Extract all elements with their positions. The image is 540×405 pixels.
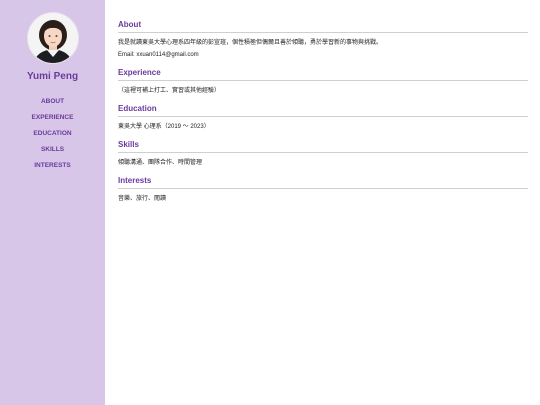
nav-item-experience[interactable]: EXPERIENCE (0, 113, 105, 129)
profile-name: Yumi Peng (26, 71, 79, 82)
skills-text: 傾聽溝通、團隊合作、時間管理 (118, 160, 203, 166)
section-title-experience: Experience (118, 68, 528, 81)
about-email: Email: xxuan0114@gmail.com (118, 52, 199, 58)
section-interests: Interests 音樂、旅行、閱讀 (118, 176, 528, 203)
nav-item-education[interactable]: EDUCATION (0, 129, 105, 145)
section-education: Education 東吳大學 心理系（2019 ～ 2023） (118, 104, 528, 131)
interests-text: 音樂、旅行、閱讀 (118, 196, 167, 202)
nav-item-skills[interactable]: SKILLS (0, 145, 105, 161)
section-title-education: Education (118, 104, 528, 117)
experience-text: （這裡可補上打工、實習或其他經驗） (118, 88, 221, 94)
nav-item-interests[interactable]: INTERESTS (0, 161, 105, 177)
avatar (27, 12, 79, 64)
education-text: 東吳大學 心理系（2019 ～ 2023） (118, 124, 210, 130)
main-content: About 我是就讀東吳大學心理系四年級的彭宣瑄，個性積極但偶爾且善於傾聽，勇於… (118, 20, 528, 212)
section-experience: Experience （這裡可補上打工、實習或其他經驗） (118, 68, 528, 95)
section-skills: Skills 傾聽溝通、團隊合作、時間管理 (118, 140, 528, 167)
profile-photo (28, 13, 78, 63)
nav-item-about[interactable]: ABOUT (0, 97, 105, 113)
section-title-interests: Interests (118, 176, 528, 189)
sidebar-nav: ABOUT EXPERIENCE EDUCATION SKILLS INTERE… (0, 97, 105, 177)
about-text: 我是就讀東吳大學心理系四年級的彭宣瑄，個性積極但偶爾且善於傾聽，勇於學習新的事物… (118, 40, 383, 46)
section-title-skills: Skills (118, 140, 528, 153)
sidebar: Yumi Peng ABOUT EXPERIENCE EDUCATION SKI… (0, 0, 105, 405)
section-about: About 我是就讀東吳大學心理系四年級的彭宣瑄，個性積極但偶爾且善於傾聽，勇於… (118, 20, 528, 59)
section-title-about: About (118, 20, 528, 33)
